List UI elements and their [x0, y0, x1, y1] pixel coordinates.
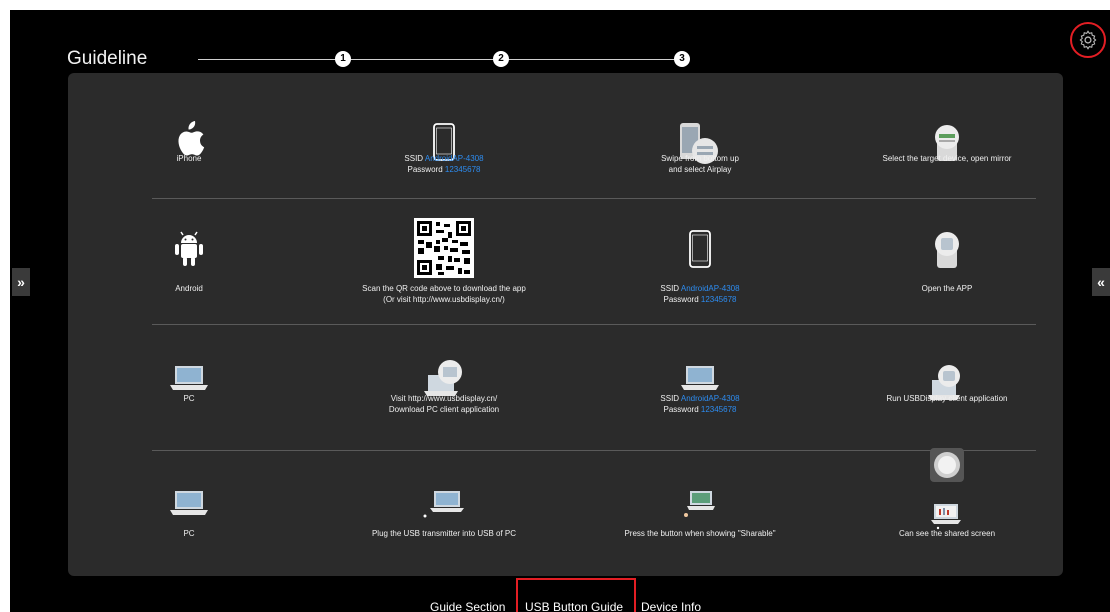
step-3: 3 — [674, 51, 690, 67]
credential-value: 12345678 — [700, 295, 737, 304]
credential-value: AndroidAP-4308 — [680, 394, 740, 403]
guide-text-line: Android — [175, 284, 203, 293]
tab-guide-section[interactable]: Guide Section — [430, 600, 505, 612]
credential-value: 12345678 — [444, 165, 481, 174]
guide-text-line: and select Airplay — [668, 165, 732, 174]
credential-label: Password — [663, 405, 701, 414]
credential-label: SSID — [404, 154, 425, 163]
guide-step-cell — [74, 363, 304, 393]
guide-step-text: Android — [74, 283, 304, 294]
open-app-icon — [932, 230, 962, 270]
guide-step-text: SSID AndroidAP-4308 Password 12345678 — [585, 283, 815, 305]
credential-value: 12345678 — [700, 405, 737, 414]
guide-step-text: Open the APP — [832, 283, 1062, 294]
guide-step-cell — [832, 448, 1062, 530]
guide-text-line: PC — [183, 394, 195, 403]
credential-label: SSID — [660, 284, 681, 293]
guide-step-text: Visit http://www.usbdisplay.cn/Download … — [329, 393, 559, 415]
guide-text-line: iPhone — [176, 154, 202, 163]
bottom-tabs: Guide Section USB Button Guide Device In… — [10, 578, 1110, 612]
guide-text-line: Run USBDisplay client application — [886, 394, 1008, 403]
guide-text-line: Select the target device, open mirror — [882, 154, 1012, 163]
guide-step-text: SSID AndroidAP-4308 Password 12345678 — [329, 153, 559, 175]
credential-label: SSID — [660, 394, 681, 403]
guide-step-text: Run USBDisplay client application — [832, 393, 1062, 404]
step-1: 1 — [335, 51, 351, 67]
expand-right-button[interactable]: « — [1092, 268, 1110, 296]
guide-text-line: Scan the QR code above to download the a… — [362, 284, 526, 293]
step-progress-line — [198, 59, 676, 60]
credential-line: SSID AndroidAP-4308 — [404, 153, 483, 164]
gear-icon — [1079, 30, 1097, 50]
row-divider — [152, 324, 1036, 325]
credential-value: AndroidAP-4308 — [424, 154, 484, 163]
phone-icon — [688, 230, 712, 268]
guide-step-cell — [74, 230, 304, 268]
page-title: Guideline — [67, 48, 148, 69]
credential-line: SSID AndroidAP-4308 — [660, 283, 739, 294]
guide-text-line: Swipe from bottom up — [661, 154, 739, 163]
laptop-icon — [679, 363, 721, 393]
guide-step-cell — [329, 488, 559, 520]
laptop-share-icon — [925, 448, 969, 530]
guide-text-line: (Or visit http://www.usbdisplay.cn/) — [383, 295, 505, 304]
android-icon — [173, 230, 205, 268]
guide-text-line: Can see the shared screen — [898, 529, 996, 538]
guide-step-cell — [74, 488, 304, 518]
guide-step-text: PC — [74, 393, 304, 404]
guide-step-cell — [832, 230, 1062, 270]
expand-left-button[interactable]: » — [12, 268, 30, 296]
credential-label: Password — [663, 295, 701, 304]
guide-step-text: PC — [74, 528, 304, 539]
credential-value: AndroidAP-4308 — [680, 284, 740, 293]
laptop-icon — [168, 488, 210, 518]
laptop-button-icon — [682, 488, 718, 524]
laptop-icon — [168, 363, 210, 393]
guide-text-line: Press the button when showing "Sharable" — [624, 529, 776, 538]
guide-text-line: Open the APP — [921, 284, 973, 293]
guide-step-text: Select the target device, open mirror — [832, 153, 1062, 164]
row-divider — [152, 198, 1036, 199]
credential-line: SSID AndroidAP-4308 — [660, 393, 739, 404]
screen: Guideline 1 2 3 » « iPhone SSID AndroidAP… — [10, 10, 1110, 612]
qr-code-icon — [414, 218, 474, 278]
tab-usb-button-guide[interactable]: USB Button Guide — [525, 600, 623, 612]
guide-step-cell — [585, 230, 815, 268]
guide-step-cell — [585, 363, 815, 393]
guide-text-line: Download PC client application — [388, 405, 500, 414]
guide-text-line: Plug the USB transmitter into USB of PC — [371, 529, 517, 538]
guide-step-text: Scan the QR code above to download the a… — [329, 283, 559, 305]
credential-line: Password 12345678 — [408, 164, 481, 175]
guide-text-line: PC — [183, 529, 195, 538]
credential-line: Password 12345678 — [664, 294, 737, 305]
guide-step-cell — [585, 488, 815, 524]
settings-button[interactable] — [1070, 22, 1106, 58]
credential-label: Password — [407, 165, 445, 174]
guide-step-text: Plug the USB transmitter into USB of PC — [329, 528, 559, 539]
credential-line: Password 12345678 — [664, 404, 737, 415]
step-2: 2 — [493, 51, 509, 67]
laptop-usb-icon — [422, 488, 466, 520]
guide-text-line: Visit http://www.usbdisplay.cn/ — [390, 394, 498, 403]
guide-step-text: Swipe from bottom up and select Airplay — [585, 153, 815, 175]
guide-step-cell — [329, 218, 559, 278]
guide-step-text: Can see the shared screen — [832, 528, 1062, 539]
guide-step-text: Press the button when showing "Sharable" — [585, 528, 815, 539]
tab-device-info[interactable]: Device Info — [641, 600, 701, 612]
guide-step-text: SSID AndroidAP-4308 Password 12345678 — [585, 393, 815, 415]
guide-step-text: iPhone — [74, 153, 304, 164]
guide-panel: iPhone SSID AndroidAP-4308 Password 123456… — [68, 73, 1063, 576]
